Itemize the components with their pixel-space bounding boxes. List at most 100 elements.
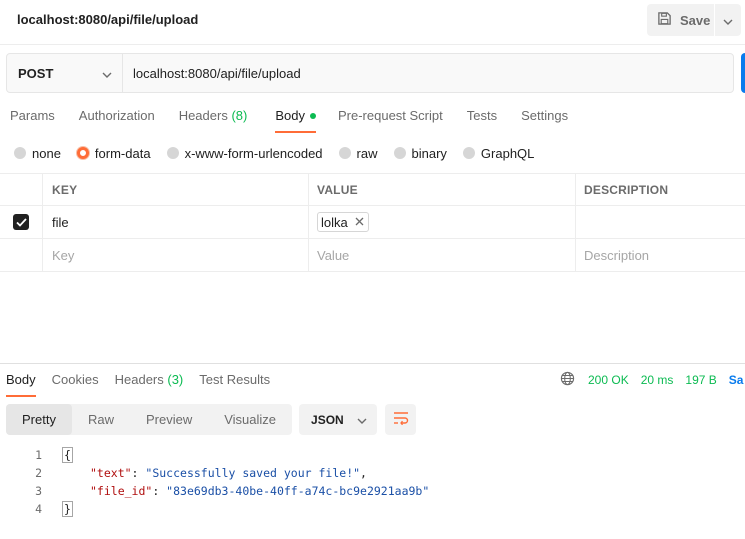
tab-authorization[interactable]: Authorization [79,100,155,134]
radio-circle [462,147,475,159]
table-row-empty [0,239,745,272]
radio-raw[interactable]: raw [338,145,378,161]
method-select[interactable]: POST [7,54,123,92]
column-header-description: DESCRIPTION [584,182,669,197]
body-indicator-dot [309,112,316,119]
json-key: "file_id" [90,484,153,498]
description-input-cell [576,239,745,271]
radio-binary[interactable]: binary [393,145,447,161]
save-group: Save [647,4,741,36]
tab-body[interactable]: Body [275,100,316,134]
response-tab-cookies-label: Cookies [51,372,99,387]
tab-pre-request-script[interactable]: Pre-request Script [338,100,443,134]
response-time[interactable]: 20 ms [641,373,674,387]
response-tab-body[interactable]: Body [6,364,36,398]
file-chip: lolka [317,212,369,232]
radio-x-www-form-urlencoded[interactable]: x-www-form-urlencoded [166,145,323,161]
tab-body-label: Body [275,108,305,123]
radio-label: GraphQL [480,145,535,161]
json-open-brace: { [62,447,73,463]
value-input[interactable] [317,247,575,263]
json-close-brace: } [62,501,73,517]
tab-params-label: Params [10,108,55,123]
response-body-code[interactable]: 1 { 2 "text": "Successfully saved your f… [0,446,745,518]
response-tab-headers-label: Headers [114,372,164,387]
chevron-down-icon [102,66,112,81]
code-line: 3 "file_id": "83e69db3-40be-40ff-a74c-bc… [0,482,745,500]
code-text: } [62,500,73,518]
column-header-key: KEY [43,174,309,205]
radio-form-data[interactable]: form-data [76,146,151,161]
response-tabs: Body Cookies Headers (3) Test Results [6,364,270,397]
request-title-bar: localhost:8080/api/file/upload Save [0,0,745,45]
radio-none[interactable]: none [14,146,61,161]
method-label: POST [18,65,54,81]
key-input[interactable] [52,247,308,263]
line-number: 3 [35,484,42,498]
body-type-group: none form-data x-www-form-urlencoded raw… [14,144,550,162]
value-cell: lolka [309,206,576,238]
radio-label: binary [411,145,447,161]
response-size[interactable]: 197 B [685,373,716,387]
code-line: 2 "text": "Successfully saved your file!… [0,464,745,482]
json-comma: , [360,466,367,480]
radio-label: x-www-form-urlencoded [184,145,323,161]
response-tab-test-results[interactable]: Test Results [199,364,270,398]
send-button[interactable] [741,53,745,93]
response-meta: 200 OK 20 ms 197 B Sa [560,371,743,389]
wrap-lines-icon [393,411,409,428]
view-mode-visualize[interactable]: Visualize [208,404,292,435]
file-chip-label: lolka [321,214,348,230]
check-icon [15,215,27,230]
tab-settings-label: Settings [521,108,569,123]
close-icon[interactable] [355,216,364,228]
response-view-toolbar: Pretty Raw Preview Visualize JSON [6,404,417,435]
key-input-cell [43,239,309,271]
tab-tests[interactable]: Tests [467,100,497,134]
radio-label: none [32,145,61,161]
key-cell[interactable]: file [43,206,309,238]
response-tab-cookies[interactable]: Cookies [52,364,99,398]
view-mode-preview[interactable]: Preview [130,404,208,435]
view-mode-raw[interactable]: Raw [72,404,130,435]
url-input[interactable] [123,54,733,92]
chevron-down-icon [357,413,367,427]
header-check-cell [0,174,43,205]
description-cell[interactable] [576,206,745,238]
save-label: Save [680,12,711,28]
code-text: "text": "Successfully saved your file!", [90,466,367,480]
format-select[interactable]: JSON [299,404,378,435]
radio-circle [14,147,26,159]
save-response-link[interactable]: Sa [729,373,744,387]
response-tab-headers[interactable]: Headers (3) [115,364,184,398]
tab-settings[interactable]: Settings [521,100,568,134]
save-button[interactable]: Save [647,4,714,36]
json-key: "text" [90,466,132,480]
radio-circle-checked [76,147,89,159]
response-tab-body-label: Body [6,372,36,387]
radio-graphql[interactable]: GraphQL [462,145,535,161]
line-number: 2 [35,466,42,480]
column-header-value: VALUE [309,174,576,205]
tab-headers[interactable]: Headers (8) [179,100,248,134]
wrap-lines-button[interactable] [385,404,417,435]
view-mode-segmented: Pretty Raw Preview Visualize [6,404,293,435]
view-mode-pretty[interactable]: Pretty [6,404,72,435]
code-text: { [62,446,73,464]
save-options-button[interactable] [715,4,741,36]
code-text: "file_id": "83e69db3-40be-40ff-a74c-bc9e… [90,484,430,498]
status-badge[interactable]: 200 OK [588,373,629,387]
request-title[interactable]: localhost:8080/api/file/upload [17,12,198,27]
row-enabled-checkbox[interactable] [13,214,29,230]
form-data-table: KEY VALUE DESCRIPTION file lolka [0,173,745,272]
tab-params[interactable]: Params [10,100,55,134]
json-value: "83e69db3-40be-40ff-a74c-bc9e2921aa9b" [166,484,430,498]
line-number: 1 [35,448,42,462]
globe-icon[interactable] [560,371,575,389]
tab-headers-label: Headers [178,108,228,123]
tab-tests-label: Tests [466,108,498,123]
response-headers-count: (3) [167,372,184,387]
radio-label: raw [356,145,378,161]
headers-count: (8) [231,108,248,123]
description-input[interactable] [584,247,745,263]
